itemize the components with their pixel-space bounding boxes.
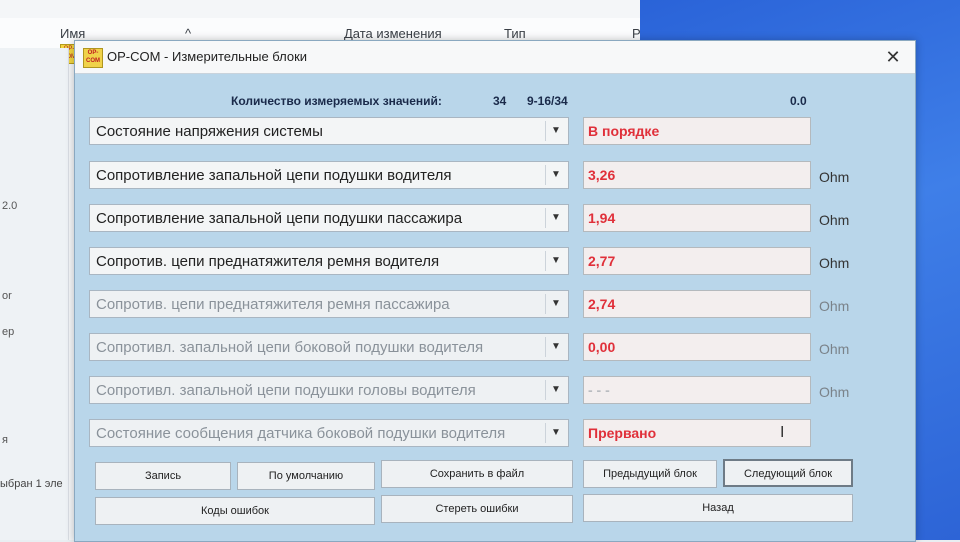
value-text: 2,77: [588, 253, 616, 269]
chevron-down-icon[interactable]: ▼: [545, 294, 566, 314]
sort-up-icon: ^: [185, 26, 192, 41]
record-button[interactable]: Запись: [95, 462, 231, 490]
measurement-row: Сопротив. цепи преднатяжителя ремня води…: [89, 247, 899, 277]
window-title: OP-COM - Измерительные блоки: [107, 49, 308, 64]
unit-label: Ohm: [819, 212, 850, 228]
parameter-select[interactable]: Состояние сообщения датчика боковой поду…: [89, 419, 569, 447]
chevron-down-icon[interactable]: ▼: [545, 423, 566, 443]
parameter-select[interactable]: Сопротив. цепи преднатяжителя ремня пасс…: [89, 290, 569, 318]
value-text: 3,26: [588, 167, 616, 183]
value-text: 0,00: [588, 339, 616, 355]
parameter-label: Сопротив. цепи преднатяжителя ремня води…: [96, 253, 440, 270]
parameter-label: Сопротив. цепи преднатяжителя ремня пасс…: [96, 296, 450, 313]
value-text: 1,94: [588, 210, 616, 226]
value-field: Прервано I: [583, 419, 811, 447]
chevron-down-icon[interactable]: ▼: [545, 251, 566, 271]
value-text: 2,74: [588, 296, 616, 312]
chevron-down-icon[interactable]: ▼: [545, 121, 566, 141]
save-file-button[interactable]: Сохранить в файл: [381, 460, 573, 488]
value-field: - - -: [583, 376, 811, 404]
column-name[interactable]: Имя: [60, 26, 85, 41]
explorer-status: ыбран 1 эле: [0, 478, 63, 490]
parameter-label: Сопротивл. запальной цепи боковой подушк…: [96, 339, 484, 356]
count-value: 34: [493, 94, 507, 108]
value-field: 0,00: [583, 333, 811, 361]
chevron-down-icon[interactable]: ▼: [545, 380, 566, 400]
measurement-row: Сопротивл. запальной цепи боковой подушк…: [89, 333, 899, 363]
column-type[interactable]: Тип: [504, 26, 526, 41]
parameter-select[interactable]: Сопротивление запальной цепи подушки пас…: [89, 204, 569, 232]
back-button[interactable]: Назад: [583, 494, 853, 522]
column-date[interactable]: Дата изменения: [344, 26, 442, 41]
chevron-down-icon[interactable]: ▼: [545, 337, 566, 357]
parameter-label: Сопротивление запальной цепи подушки пас…: [96, 210, 463, 227]
explorer-sidebar: 2.0 or ер я: [0, 48, 69, 540]
unit-label: Ohm: [819, 255, 850, 271]
measurement-row: Состояние сообщения датчика боковой поду…: [89, 419, 899, 449]
chevron-down-icon[interactable]: ▼: [545, 208, 566, 228]
measurement-row: Сопротивление запальной цепи подушки пас…: [89, 204, 899, 234]
next-block-button[interactable]: Следующий блок: [723, 459, 853, 487]
value-field: 2,74: [583, 290, 811, 318]
parameter-select[interactable]: Состояние напряжения системы ▼: [89, 117, 569, 145]
parameter-label: Состояние напряжения системы: [96, 123, 323, 140]
default-button[interactable]: По умолчанию: [237, 462, 375, 490]
parameter-select[interactable]: Сопротивл. запальной цепи боковой подушк…: [89, 333, 569, 361]
measurement-row: Сопротивл. запальной цепи подушки головы…: [89, 376, 899, 406]
prev-block-button[interactable]: Предыдущий блок: [583, 460, 717, 488]
measurement-row: Сопротив. цепи преднатяжителя ремня пасс…: [89, 290, 899, 320]
clear-errors-button[interactable]: Стереть ошибки: [381, 495, 573, 523]
sidebar-label: 2.0: [2, 200, 18, 212]
value-field: В порядке: [583, 117, 811, 145]
unit-label: Ohm: [819, 169, 850, 185]
parameter-select[interactable]: Сопротивл. запальной цепи подушки головы…: [89, 376, 569, 404]
measurement-header: Количество измеряемых значений: 34 9-16/…: [75, 91, 915, 111]
text-cursor-icon: I: [780, 424, 785, 441]
measurement-row: Состояние напряжения системы ▼ В порядке: [89, 117, 899, 147]
parameter-label: Сопротивл. запальной цепи подушки головы…: [96, 382, 476, 399]
unit-label: Ohm: [819, 341, 850, 357]
parameter-select[interactable]: Сопротивление запальной цепи подушки вод…: [89, 161, 569, 189]
close-icon[interactable]: ✕: [881, 45, 905, 69]
sidebar-label: я: [2, 434, 8, 446]
value-text: Прервано: [588, 425, 657, 441]
sidebar-label: or: [2, 290, 12, 302]
unit-label: Ohm: [819, 298, 850, 314]
value-text: В порядке: [588, 123, 660, 139]
unit-label: Ohm: [819, 384, 850, 400]
range-value: 9-16/34: [527, 94, 568, 108]
count-label: Количество измеряемых значений:: [231, 94, 442, 108]
value-field: 2,77: [583, 247, 811, 275]
opcom-app-icon: OP-COM: [83, 48, 103, 68]
error-codes-button[interactable]: Коды ошибок: [95, 497, 375, 525]
top-value: 0.0: [790, 94, 807, 108]
parameter-label: Сопротивление запальной цепи подушки вод…: [96, 167, 452, 184]
measurement-row: Сопротивление запальной цепи подушки вод…: [89, 161, 899, 191]
parameter-label: Состояние сообщения датчика боковой поду…: [96, 425, 506, 442]
parameter-select[interactable]: Сопротив. цепи преднатяжителя ремня води…: [89, 247, 569, 275]
value-field: 1,94: [583, 204, 811, 232]
value-text: - - -: [588, 382, 610, 398]
chevron-down-icon[interactable]: ▼: [545, 165, 566, 185]
value-field: 3,26: [583, 161, 811, 189]
opcom-window: OP-COM OP-COM - Измерительные блоки ✕ Ко…: [74, 40, 916, 542]
title-bar[interactable]: OP-COM OP-COM - Измерительные блоки ✕: [75, 41, 915, 74]
sidebar-label: ер: [2, 326, 15, 338]
